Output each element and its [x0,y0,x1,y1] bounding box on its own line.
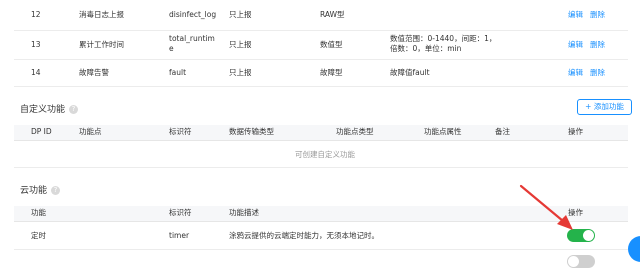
identifier-line-1: total_runtim [169,34,215,43]
identifier: disinfect_log [169,10,217,19]
dp-id: 12 [31,10,41,19]
column-header: 数据传输类型 [229,127,274,136]
section-title-text: 云功能 [20,186,48,196]
edit-link[interactable]: 编辑 [568,10,583,20]
delete-link[interactable]: 删除 [590,40,605,50]
toggle-switch[interactable] [567,255,595,268]
function-name: 累计工作时间 [79,40,124,49]
column-header: 功能点属性 [424,127,462,136]
column-header: 功能点 [79,127,102,136]
edit-link[interactable]: 编辑 [568,68,583,78]
column-header: 功能描述 [229,208,259,217]
function-type: 数值型 [320,40,343,49]
custom-functions-title: 自定义功能? [20,102,79,115]
transfer-type: 只上报 [229,10,252,19]
question-circle-icon[interactable]: ? [51,186,61,195]
chat-bubble-icon[interactable] [628,236,640,262]
empty-row: 可创建自定义功能 [14,141,628,168]
table-row: 14 故障告警 fault 只上报 故障型 故障值fault 编辑 删除 [14,60,628,87]
section-title-text: 自定义功能 [20,105,66,115]
function-type: RAW型 [320,10,345,19]
transfer-type: 只上报 [229,68,252,77]
column-header: 功能点类型 [336,127,374,136]
table-row: 13 累计工作时间 total_runtim e 只上报 数值型 数值范围：0-… [14,31,628,60]
attribute: 故障值fault [390,68,430,77]
column-header: DP ID [31,127,52,136]
transfer-type: 只上报 [229,40,252,49]
table-row: 12 消毒日志上报 disinfect_log 只上报 RAW型 编辑 删除 [14,0,628,31]
column-header: 备注 [495,127,510,136]
attribute-line-1: 数值范围：0-1440，间距：1， [390,34,497,43]
column-header: 标识符 [169,127,192,136]
dp-id: 13 [31,40,41,49]
question-circle-icon[interactable]: ? [69,105,79,114]
edit-link[interactable]: 编辑 [568,40,583,50]
add-function-button[interactable]: + 添加功能 [577,99,632,115]
cloud-function-description: 涂鸦云提供的云端定时能力，无须本地记时。 [229,231,379,240]
column-header: 操作 [568,127,583,136]
function-name: 故障告警 [79,68,109,77]
empty-state-text: 可创建自定义功能 [295,150,355,159]
delete-link[interactable]: 删除 [590,68,605,78]
toggle-knob [568,256,579,267]
cloud-function-identifier: timer [169,231,190,240]
function-type: 故障型 [320,68,343,77]
cloud-functions-title: 云功能? [20,183,61,196]
function-name: 消毒日志上报 [79,10,124,19]
cloud-function-name: 定时 [31,231,46,240]
identifier: fault [169,68,187,77]
custom-table-header: DP ID 功能点 标识符 数据传输类型 功能点类型 功能点属性 备注 操作 [14,125,628,141]
dp-id: 14 [31,68,41,77]
attribute-line-2: 倍数：0，单位：min [390,44,462,53]
delete-link[interactable]: 删除 [590,10,605,20]
column-header: 功能 [31,208,46,217]
identifier-line-2: e [169,44,174,53]
annotation-arrow-icon [519,184,573,230]
column-header: 标识符 [169,208,192,217]
